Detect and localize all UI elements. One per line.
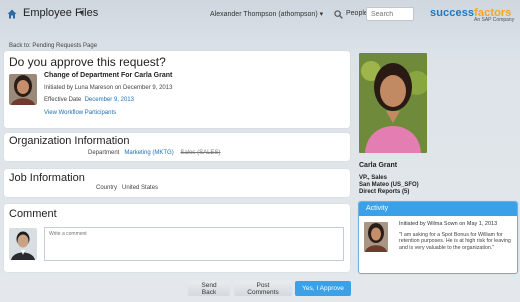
send-back-button[interactable]: Send Back: [188, 281, 230, 296]
job-info-panel: Job Information Country United States: [4, 169, 350, 197]
avatar: [9, 74, 37, 105]
activity-quote: "I am asking for a Spot Bonus for Willia…: [399, 232, 511, 251]
initiated-by-text: Initiated by Luna Mareson on December 9,…: [44, 85, 173, 91]
profile-title: VP., Sales: [359, 175, 387, 181]
search-input[interactable]: [366, 7, 414, 21]
request-title: Change of Department For Carla Grant: [44, 72, 173, 79]
activity-meta: Initiated by Wilma Sown on May 1, 2013: [399, 221, 498, 227]
avatar: [9, 228, 37, 260]
activity-title: Activity: [366, 205, 389, 212]
view-workflow-participants-link[interactable]: View Workflow Participants: [44, 110, 116, 116]
user-menu-label: Alexander Thompson (athompson): [210, 11, 318, 18]
search-icon: [334, 10, 343, 19]
effective-date-value: December 9, 2013: [84, 97, 134, 103]
activity-header: Activity: [359, 202, 517, 216]
logo-subtitle: An SAP Company: [474, 17, 515, 23]
department-old-value: Sales (SALES): [180, 150, 221, 156]
top-bar: Employee Files ▼ Alexander Thompson (ath…: [0, 0, 520, 28]
profile-name[interactable]: Carla Grant: [359, 162, 397, 169]
job-info-title: Job Information: [9, 172, 85, 184]
country-row: Country United States: [96, 185, 158, 191]
effective-date-row: Effective Date December 9, 2013: [44, 97, 134, 103]
profile-photo: [359, 53, 427, 153]
logo-text-success: success: [430, 7, 475, 19]
organization-info-panel: Organization Information Department Mark…: [4, 133, 350, 161]
home-icon[interactable]: [7, 9, 17, 19]
department-label: Department: [88, 150, 120, 156]
approval-question: Do you approve this request?: [9, 55, 166, 69]
approval-panel: Do you approve this request? Change of D…: [4, 51, 350, 128]
successfactors-logo: successfactors An SAP Company: [430, 3, 516, 25]
avatar: [364, 222, 388, 252]
country-value: United States: [122, 185, 159, 191]
approve-button[interactable]: Yes, I Approve: [295, 281, 351, 296]
chevron-down-icon[interactable]: ▼: [78, 10, 85, 17]
comment-title: Comment: [9, 208, 57, 220]
department-row: Department Marketing (MKTG) Sales (SALES…: [88, 150, 220, 156]
organization-info-title: Organization Information: [9, 135, 130, 147]
profile-direct-reports[interactable]: Direct Reports (5): [359, 189, 409, 195]
back-link[interactable]: Back to: Pending Requests Page: [9, 43, 97, 49]
activity-panel: Activity Initiated by Wilma Sown on May …: [358, 201, 518, 274]
post-comments-button[interactable]: Post Comments: [234, 281, 292, 296]
comment-input[interactable]: [44, 227, 344, 261]
comment-panel: Comment: [4, 204, 350, 272]
profile-location: San Mateo (US_SFO): [359, 182, 419, 188]
department-new-value: Marketing (MKTG): [124, 150, 174, 156]
chevron-down-icon: ▾: [319, 11, 324, 18]
module-title[interactable]: Employee Files: [23, 7, 98, 19]
effective-date-label: Effective Date: [44, 97, 82, 103]
user-menu[interactable]: Alexander Thompson (athompson) ▾: [210, 10, 323, 18]
search-scope-label[interactable]: People: [346, 10, 368, 17]
country-label: Country: [96, 185, 118, 191]
